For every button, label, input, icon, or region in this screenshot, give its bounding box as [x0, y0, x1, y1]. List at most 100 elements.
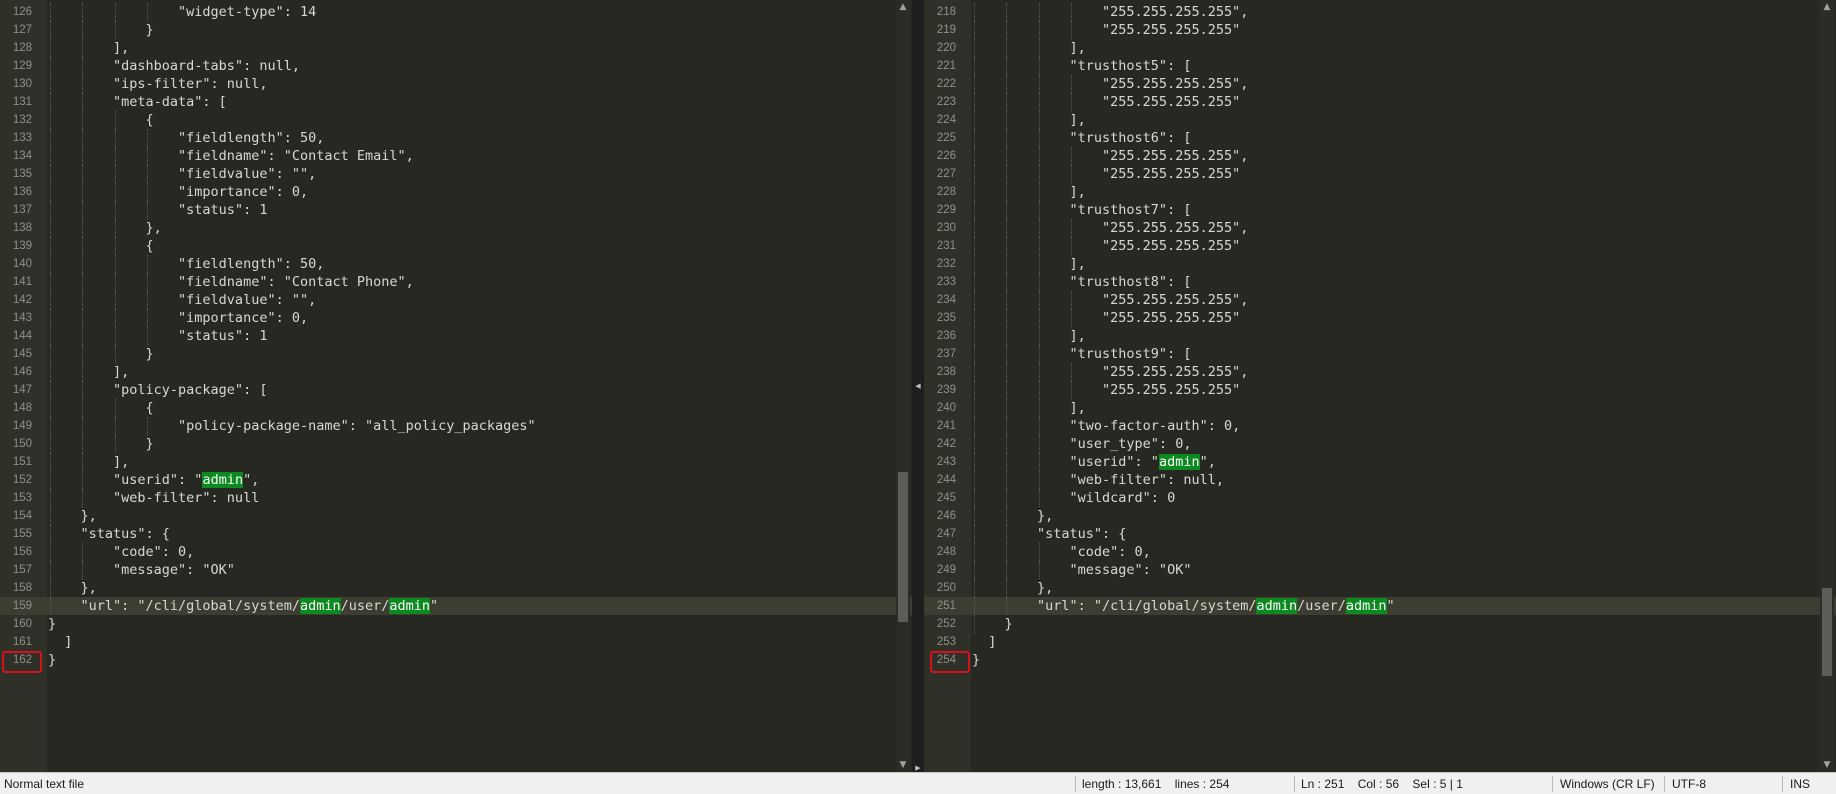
- line-text[interactable]: "255.255.255.255": [972, 237, 1240, 255]
- scrollbar-thumb[interactable]: [898, 472, 908, 622]
- code-line[interactable]: 224 ],: [924, 111, 1836, 129]
- line-text[interactable]: "url": "/cli/global/system/admin/user/ad…: [972, 597, 1395, 615]
- line-text[interactable]: "trusthost5": [: [972, 57, 1192, 75]
- code-line[interactable]: 218 "255.255.255.255",: [924, 3, 1836, 21]
- code-line[interactable]: 157 "message": "OK": [0, 561, 912, 579]
- encoding-label[interactable]: UTF-8: [1672, 777, 1706, 791]
- code-line[interactable]: 126 "widget-type": 14: [0, 3, 912, 21]
- code-line[interactable]: 245 "wildcard": 0: [924, 489, 1836, 507]
- code-line[interactable]: 231 "255.255.255.255": [924, 237, 1836, 255]
- line-text[interactable]: "status": {: [972, 525, 1126, 543]
- code-line[interactable]: 222 "255.255.255.255",: [924, 75, 1836, 93]
- line-text[interactable]: ],: [972, 111, 1086, 129]
- code-line[interactable]: 159 "url": "/cli/global/system/admin/use…: [0, 597, 912, 615]
- code-line[interactable]: 237 "trusthost9": [: [924, 345, 1836, 363]
- line-text[interactable]: "fieldvalue": "",: [48, 291, 316, 309]
- code-line[interactable]: 229 "trusthost7": [: [924, 201, 1836, 219]
- code-line[interactable]: 140 "fieldlength": 50,: [0, 255, 912, 273]
- line-text[interactable]: "web-filter": null,: [972, 471, 1224, 489]
- scroll-down-icon[interactable]: ▼: [1820, 758, 1834, 772]
- pane-splitter[interactable]: ◀ ▶: [912, 0, 924, 772]
- code-line[interactable]: 128 ],: [0, 39, 912, 57]
- scrollbar-thumb[interactable]: [1822, 588, 1832, 676]
- code-line[interactable]: 136 "importance": 0,: [0, 183, 912, 201]
- line-text[interactable]: "trusthost9": [: [972, 345, 1192, 363]
- code-line[interactable]: 250 },: [924, 579, 1836, 597]
- code-line[interactable]: 227 "255.255.255.255": [924, 165, 1836, 183]
- code-line[interactable]: 131 "meta-data": [: [0, 93, 912, 111]
- code-line[interactable]: 254}: [924, 651, 1836, 669]
- code-line[interactable]: 244 "web-filter": null,: [924, 471, 1836, 489]
- code-line[interactable]: 138 },: [0, 219, 912, 237]
- code-line[interactable]: 247 "status": {: [924, 525, 1836, 543]
- eol-format-label[interactable]: Windows (CR LF): [1560, 777, 1655, 791]
- line-text[interactable]: "255.255.255.255",: [972, 75, 1248, 93]
- line-text[interactable]: "wildcard": 0: [972, 489, 1176, 507]
- line-text[interactable]: "two-factor-auth": 0,: [972, 417, 1241, 435]
- code-line[interactable]: 134 "fieldname": "Contact Email",: [0, 147, 912, 165]
- line-text[interactable]: "255.255.255.255": [972, 93, 1240, 111]
- vertical-scrollbar[interactable]: ▲ ▼: [1820, 0, 1834, 772]
- scroll-up-icon[interactable]: ▲: [1820, 0, 1834, 14]
- code-line[interactable]: 150 }: [0, 435, 912, 453]
- line-text[interactable]: ],: [972, 39, 1086, 57]
- line-text[interactable]: }: [972, 651, 980, 669]
- line-text[interactable]: },: [48, 507, 97, 525]
- code-line[interactable]: 220 ],: [924, 39, 1836, 57]
- line-text[interactable]: ],: [48, 363, 129, 381]
- line-text[interactable]: "code": 0,: [972, 543, 1151, 561]
- code-line[interactable]: 153 "web-filter": null: [0, 489, 912, 507]
- insert-mode-label[interactable]: INS: [1790, 777, 1810, 791]
- code-line[interactable]: 241 "two-factor-auth": 0,: [924, 417, 1836, 435]
- line-text[interactable]: "trusthost7": [: [972, 201, 1192, 219]
- line-text[interactable]: "web-filter": null: [48, 489, 259, 507]
- line-text[interactable]: ]: [972, 633, 996, 651]
- splitter-left-icon[interactable]: ◀: [912, 380, 924, 392]
- line-text[interactable]: "trusthost8": [: [972, 273, 1192, 291]
- code-line[interactable]: 249 "message": "OK": [924, 561, 1836, 579]
- code-line[interactable]: 137 "status": 1: [0, 201, 912, 219]
- line-text[interactable]: "fieldvalue": "",: [48, 165, 316, 183]
- line-text[interactable]: "message": "OK": [972, 561, 1192, 579]
- code-line[interactable]: 238 "255.255.255.255",: [924, 363, 1836, 381]
- code-line[interactable]: 151 ],: [0, 453, 912, 471]
- line-text[interactable]: "message": "OK": [48, 561, 235, 579]
- code-line[interactable]: 219 "255.255.255.255": [924, 21, 1836, 39]
- line-text[interactable]: "255.255.255.255": [972, 309, 1240, 327]
- line-text[interactable]: ],: [48, 453, 129, 471]
- line-text[interactable]: "255.255.255.255",: [972, 147, 1248, 165]
- line-text[interactable]: "trusthost6": [: [972, 129, 1192, 147]
- line-text[interactable]: "meta-data": [: [48, 93, 227, 111]
- line-text[interactable]: "255.255.255.255",: [972, 219, 1248, 237]
- code-line[interactable]: 139 {: [0, 237, 912, 255]
- code-line[interactable]: 130 "ips-filter": null,: [0, 75, 912, 93]
- code-line[interactable]: 144 "status": 1: [0, 327, 912, 345]
- code-line[interactable]: 251 "url": "/cli/global/system/admin/use…: [924, 597, 1836, 615]
- line-text[interactable]: "status": 1: [48, 201, 267, 219]
- right-editor-pane[interactable]: 218 "255.255.255.255", 219 "255.255.255.2…: [924, 0, 1836, 772]
- code-line[interactable]: 158 },: [0, 579, 912, 597]
- code-line[interactable]: 246 },: [924, 507, 1836, 525]
- code-line[interactable]: 155 "status": {: [0, 525, 912, 543]
- code-line[interactable]: 141 "fieldname": "Contact Phone",: [0, 273, 912, 291]
- line-text[interactable]: "fieldlength": 50,: [48, 255, 324, 273]
- code-line[interactable]: 148 {: [0, 399, 912, 417]
- line-text[interactable]: ],: [48, 39, 129, 57]
- code-line[interactable]: 230 "255.255.255.255",: [924, 219, 1836, 237]
- line-text[interactable]: },: [48, 579, 97, 597]
- code-line[interactable]: 232 ],: [924, 255, 1836, 273]
- code-area[interactable]: 218 "255.255.255.255", 219 "255.255.255.2…: [924, 3, 1836, 669]
- line-text[interactable]: "widget-type": 14: [48, 3, 316, 21]
- line-text[interactable]: }: [48, 345, 154, 363]
- code-line[interactable]: 228 ],: [924, 183, 1836, 201]
- code-line[interactable]: 142 "fieldvalue": "",: [0, 291, 912, 309]
- code-line[interactable]: 236 ],: [924, 327, 1836, 345]
- line-text[interactable]: ],: [972, 183, 1086, 201]
- code-line[interactable]: 234 "255.255.255.255",: [924, 291, 1836, 309]
- line-text[interactable]: "policy-package": [: [48, 381, 267, 399]
- code-line[interactable]: 133 "fieldlength": 50,: [0, 129, 912, 147]
- line-text[interactable]: "ips-filter": null,: [48, 75, 267, 93]
- line-text[interactable]: },: [972, 579, 1053, 597]
- scroll-down-icon[interactable]: ▼: [896, 758, 910, 772]
- line-text[interactable]: "255.255.255.255",: [972, 3, 1248, 21]
